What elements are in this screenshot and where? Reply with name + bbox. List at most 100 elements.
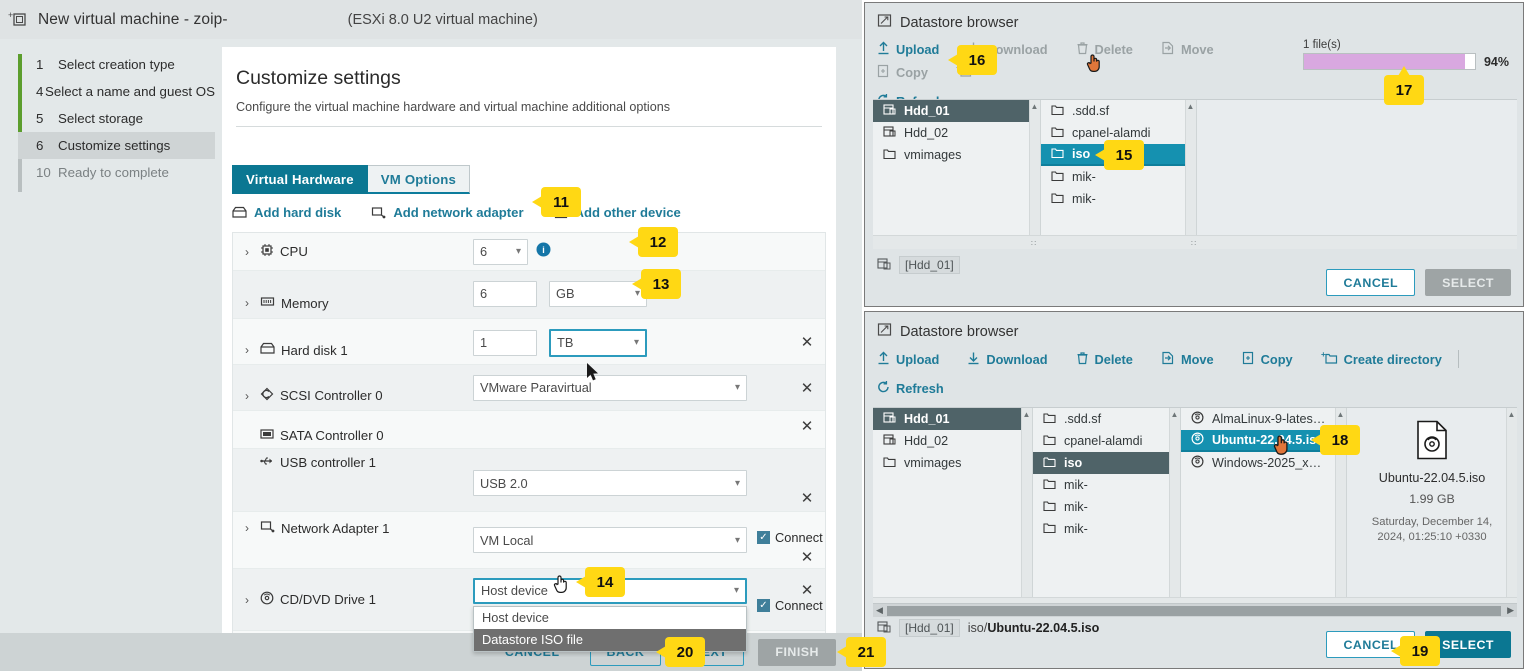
hardware-label-usb-controller-1[interactable]: › USB controller 1 (233, 449, 473, 470)
scroll-right-arrow-icon[interactable]: ▶ (1507, 605, 1514, 616)
cancel-button-top[interactable]: CANCEL (1326, 269, 1416, 296)
list-item-mik-3[interactable]: mik- (1033, 518, 1180, 540)
list-item-mik-1[interactable]: mik- (1033, 474, 1180, 496)
list-item-sdd-sf[interactable]: .sdd.sf (1041, 100, 1196, 122)
tab-virtual-hardware[interactable]: Virtual Hardware (232, 165, 368, 194)
sidebar-item-customize-settings[interactable]: 6 Customize settings (18, 132, 215, 159)
hardware-label-cddvd-drive-1[interactable]: › CD/DVD Drive 1 (233, 591, 473, 608)
svg-text:+: + (8, 10, 13, 20)
copy-button[interactable]: Copy (1242, 351, 1293, 368)
select-button-top[interactable]: SELECT (1425, 269, 1511, 296)
cddvd-type-dropdown[interactable]: Host device Datastore ISO file (473, 605, 747, 652)
move-button[interactable]: Move (1161, 351, 1214, 368)
scroll-up-arrow-icon[interactable]: ▲ (1186, 102, 1195, 111)
mouse-cursor-hand (1086, 53, 1103, 79)
chevron-right-icon[interactable]: › (245, 389, 254, 403)
sidebar-item-select-creation-type[interactable]: 1 Select creation type (18, 51, 215, 78)
refresh-button[interactable]: Refresh (877, 380, 944, 397)
remove-scsi-button[interactable]: ✕ (789, 379, 825, 397)
datastore-browser-bottom-panes: Hdd_01 Hdd_02 vmimages ▲ .sdd.sf cpanel-… (873, 407, 1517, 598)
checkbox-checked-icon[interactable]: ✓ (757, 598, 770, 612)
file-label: Ubuntu-22.04.5.iso (1212, 433, 1324, 447)
chevron-right-icon[interactable]: › (245, 521, 254, 535)
list-item-mik-2[interactable]: mik- (1033, 496, 1180, 518)
checkbox-checked-icon[interactable]: ✓ (757, 531, 770, 544)
download-button[interactable]: Download (967, 351, 1048, 368)
tab-vm-options[interactable]: VM Options (367, 165, 471, 194)
sidebar-item-select-name-guest-os[interactable]: 4 Select a name and guest OS (18, 78, 215, 105)
scrollbar-vertical[interactable]: ▲ (1506, 408, 1517, 597)
scroll-up-arrow-icon[interactable]: ▲ (1030, 102, 1039, 111)
upload-button[interactable]: Upload (877, 41, 939, 58)
list-item-windows-iso[interactable]: Windows-2025_x… (1181, 452, 1346, 474)
table-row: › CD/DVD Drive 1 Host device ▾ Host devi… (233, 569, 825, 652)
list-item-mik-2[interactable]: mik- (1041, 188, 1196, 210)
list-item-vmimages[interactable]: vmimages (873, 452, 1032, 474)
scroll-up-arrow-icon[interactable]: ▲ (1336, 410, 1345, 419)
dropdown-option-host-device[interactable]: Host device (474, 607, 746, 629)
remove-network-button[interactable]: ✕ (789, 548, 825, 568)
add-hard-disk-button[interactable]: Add hard disk (232, 205, 341, 220)
add-network-adapter-button[interactable]: Add network adapter (371, 205, 524, 220)
list-item-cpanel-alamdi[interactable]: cpanel-alamdi (1033, 430, 1180, 452)
scsi-controller-select[interactable]: VMware Paravirtual ▾ (473, 374, 747, 401)
scrollbar-vertical[interactable]: ▲ (1021, 408, 1032, 598)
remove-sata-button[interactable]: ✕ (789, 411, 825, 435)
hardware-label-cpu[interactable]: › CPU (233, 243, 473, 260)
scroll-up-arrow-icon[interactable]: ▲ (1507, 410, 1516, 419)
list-item-sdd-sf[interactable]: .sdd.sf (1033, 408, 1180, 430)
memory-size-input[interactable] (473, 280, 537, 307)
copy-label: Copy (1260, 351, 1293, 367)
upload-button[interactable]: Upload (877, 351, 939, 368)
remove-cddvd-button[interactable]: ✕ (789, 569, 825, 599)
callout-number: 16 (968, 51, 986, 69)
scrollbar-vertical[interactable]: ▲ (1169, 408, 1180, 598)
folder-icon (1043, 500, 1056, 515)
scrollbar-vertical[interactable]: ▲ (1029, 100, 1040, 236)
scroll-up-arrow-icon[interactable]: ▲ (1022, 410, 1031, 419)
cddvd-connect-toggle[interactable]: ✓ Connect (757, 598, 823, 613)
step-label: Select a name and guest OS (44, 84, 215, 99)
list-item-iso[interactable]: iso (1033, 452, 1180, 474)
hardware-label-sata-controller-0[interactable]: › SATA Controller 0 (233, 428, 473, 448)
chevron-right-icon[interactable]: › (245, 343, 254, 357)
datastore-browser-bottom-toolbar: Upload Download Delete Move Copy + Creat… (865, 350, 1523, 397)
splitter-grip-icon[interactable]: ∷ (1191, 239, 1196, 248)
chevron-right-icon[interactable]: › (245, 245, 254, 259)
hardware-label-network-adapter-1[interactable]: › Network Adapter 1 (233, 512, 473, 536)
sidebar-item-select-storage[interactable]: 5 Select storage (18, 105, 215, 132)
iso-icon (1191, 455, 1204, 471)
remove-hard-disk-button[interactable]: ✕ (789, 333, 825, 351)
cpu-count-select[interactable]: 6 ▾ (473, 238, 528, 265)
list-item-hdd-01[interactable]: Hdd_01 (873, 100, 1040, 122)
create-directory-button[interactable]: + Create directory (1321, 350, 1442, 368)
list-item-hdd-01[interactable]: Hdd_01 (873, 408, 1032, 430)
list-item-hdd-02[interactable]: Hdd_02 (873, 122, 1040, 144)
scrollbar-vertical[interactable]: ▲ (1185, 100, 1196, 236)
delete-button[interactable]: Delete (1076, 351, 1133, 368)
network-connect-toggle[interactable]: ✓ Connect (757, 530, 823, 545)
dropdown-option-datastore-iso-file[interactable]: Datastore ISO file (474, 628, 746, 651)
finish-button[interactable]: FINISH (758, 638, 836, 666)
splitter-grip-icon[interactable]: ∷ (1031, 239, 1036, 248)
svg-text:+: + (1321, 351, 1326, 359)
list-item-vmimages[interactable]: vmimages (873, 144, 1040, 166)
hardware-label-scsi-controller-0[interactable]: › SCSI Controller 0 (233, 387, 473, 410)
chevron-down-icon: ▾ (633, 337, 639, 348)
hard-disk-size-input[interactable] (473, 329, 537, 356)
hardware-label-hard-disk-1[interactable]: › Hard disk 1 (233, 342, 473, 364)
move-label: Move (1180, 42, 1214, 57)
hard-disk-unit-select[interactable]: TB ▾ (549, 328, 647, 357)
chevron-right-icon[interactable]: › (245, 593, 254, 607)
usb-version-select[interactable]: USB 2.0 ▾ (473, 470, 747, 496)
callout-number: 11 (553, 193, 569, 211)
pane-splitter-top[interactable]: ∷ ∷ (873, 235, 1517, 249)
list-item-hdd-02[interactable]: Hdd_02 (873, 430, 1032, 452)
chevron-right-icon[interactable]: › (245, 296, 254, 310)
cpu-info-icon[interactable]: i (536, 242, 551, 260)
network-select[interactable]: VM Local ▾ (473, 527, 747, 553)
hardware-label-memory[interactable]: › Memory (233, 295, 473, 318)
remove-usb-button[interactable]: ✕ (789, 489, 825, 511)
scroll-up-arrow-icon[interactable]: ▲ (1170, 410, 1179, 419)
sidebar-item-ready-to-complete[interactable]: 10 Ready to complete (18, 159, 215, 186)
